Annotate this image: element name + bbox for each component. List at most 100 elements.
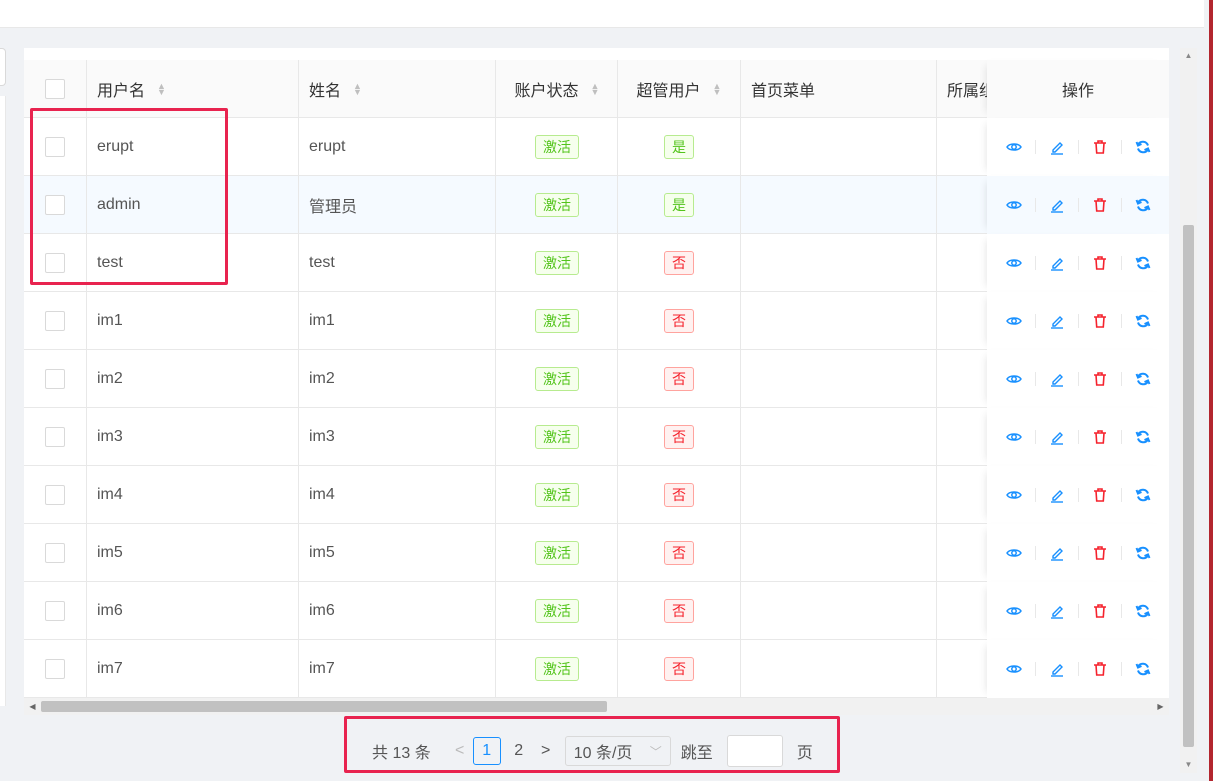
left-panel-edge [0,48,6,86]
horizontal-scroll-thumb[interactable] [41,701,607,712]
scroll-right-icon[interactable]: ▶ [1152,698,1169,715]
cell-home-menu [751,234,931,292]
row-checkbox[interactable] [45,427,65,447]
annotation-box-pagination [344,716,840,773]
eye-icon[interactable] [999,601,1029,621]
edit-icon[interactable] [1042,137,1072,157]
reset-password-icon[interactable] [1128,485,1158,505]
edit-icon[interactable] [1042,659,1072,679]
cell-status: 激活 [496,408,618,466]
delete-icon[interactable] [1085,485,1115,505]
horizontal-scrollbar[interactable]: ◀ ▶ [24,698,1169,715]
eye-icon[interactable] [999,137,1029,157]
cell-name: im3 [309,428,335,445]
cell-ops [987,524,1169,582]
superuser-badge: 否 [664,483,694,507]
edit-icon[interactable] [1042,195,1072,215]
delete-icon[interactable] [1085,137,1115,157]
scroll-left-icon[interactable]: ◀ [24,698,41,715]
sort-icon[interactable]: ▲ ▼ [353,82,362,97]
superuser-badge: 否 [664,309,694,333]
eye-icon[interactable] [999,659,1029,679]
reset-password-icon[interactable] [1128,253,1158,273]
reset-password-icon[interactable] [1128,543,1158,563]
eye-icon[interactable] [999,311,1029,331]
sort-icon[interactable]: ▲ ▼ [591,82,600,97]
scroll-up-icon[interactable]: ▲ [1180,48,1197,64]
reset-password-icon[interactable] [1128,369,1158,389]
header-name[interactable]: 姓名 ▲ ▼ [309,60,489,118]
eye-icon[interactable] [999,253,1029,273]
status-badge: 激活 [535,425,579,449]
eye-icon[interactable] [999,543,1029,563]
cell-username: im4 [97,486,123,503]
table-row[interactable]: im2 im2 激活 否 [24,350,1169,408]
scroll-down-icon[interactable]: ▼ [1180,757,1197,773]
select-all-checkbox[interactable] [45,79,65,99]
delete-icon[interactable] [1085,311,1115,331]
cell-status: 激活 [496,524,618,582]
table-row[interactable]: im6 im6 激活 否 [24,582,1169,640]
reset-password-icon[interactable] [1128,427,1158,447]
cell-superuser: 否 [618,350,740,408]
cell-home-menu [751,582,931,640]
reset-password-icon[interactable] [1128,195,1158,215]
sort-icon[interactable]: ▲ ▼ [157,82,166,97]
cell-superuser: 否 [618,466,740,524]
edit-icon[interactable] [1042,311,1072,331]
cell-ops [987,292,1169,350]
delete-icon[interactable] [1085,195,1115,215]
table-row[interactable]: im3 im3 激活 否 [24,408,1169,466]
edit-icon[interactable] [1042,427,1072,447]
reset-password-icon[interactable] [1128,659,1158,679]
edit-icon[interactable] [1042,601,1072,621]
header-status-label: 账户状态 [514,83,579,100]
delete-icon[interactable] [1085,253,1115,273]
edit-icon[interactable] [1042,543,1072,563]
status-badge: 激活 [535,599,579,623]
sort-icon[interactable]: ▲ ▼ [713,82,722,97]
row-checkbox[interactable] [45,311,65,331]
cell-name: im6 [309,602,335,619]
delete-icon[interactable] [1085,427,1115,447]
delete-icon[interactable] [1085,543,1115,563]
row-checkbox[interactable] [45,601,65,621]
reset-password-icon[interactable] [1128,137,1158,157]
delete-icon[interactable] [1085,369,1115,389]
edit-icon[interactable] [1042,253,1072,273]
cell-superuser: 否 [618,234,740,292]
edit-icon[interactable] [1042,485,1072,505]
cell-status: 激活 [496,640,618,698]
cell-status: 激活 [496,292,618,350]
eye-icon[interactable] [999,485,1029,505]
row-select-cell [24,582,86,640]
eye-icon[interactable] [999,195,1029,215]
delete-icon[interactable] [1085,659,1115,679]
cell-name: im7 [309,660,335,677]
eye-icon[interactable] [999,369,1029,389]
cell-superuser: 否 [618,292,740,350]
vertical-scroll-thumb[interactable] [1183,225,1194,747]
eye-icon[interactable] [999,427,1029,447]
table-row[interactable]: im1 im1 激活 否 [24,292,1169,350]
row-checkbox[interactable] [45,369,65,389]
reset-password-icon[interactable] [1128,601,1158,621]
table-row[interactable]: im4 im4 激活 否 [24,466,1169,524]
delete-icon[interactable] [1085,601,1115,621]
table-row[interactable]: im7 im7 激活 否 [24,640,1169,698]
cell-superuser: 是 [618,176,740,234]
cell-superuser: 否 [618,582,740,640]
cell-ops [987,466,1169,524]
header-superuser[interactable]: 超管用户 ▲ ▼ [618,60,740,118]
reset-password-icon[interactable] [1128,311,1158,331]
row-checkbox[interactable] [45,659,65,679]
cell-name: 管理员 [309,199,358,216]
row-checkbox[interactable] [45,543,65,563]
vertical-scrollbar[interactable]: ▲ ▼ [1180,48,1197,773]
row-checkbox[interactable] [45,485,65,505]
header-status[interactable]: 账户状态 ▲ ▼ [496,60,618,118]
status-badge: 激活 [535,367,579,391]
edit-icon[interactable] [1042,369,1072,389]
cell-status: 激活 [496,234,618,292]
table-row[interactable]: im5 im5 激活 否 [24,524,1169,582]
